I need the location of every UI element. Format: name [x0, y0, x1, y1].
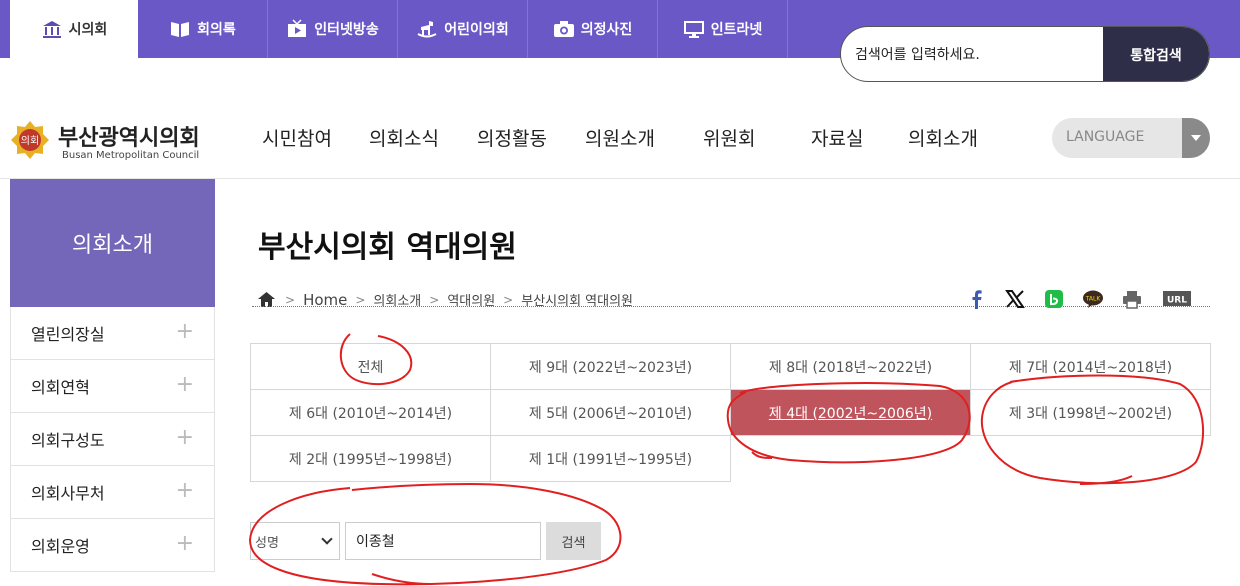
- chevron-down-icon: [321, 533, 333, 545]
- breadcrumb-divider: [252, 306, 1210, 307]
- sidebar-title: 의회소개: [10, 179, 215, 307]
- tab-minutes[interactable]: 회의록: [138, 0, 268, 58]
- sidebar-item-secretariat[interactable]: 의회사무처 +: [10, 466, 215, 519]
- nav-item-committee[interactable]: 위원회: [703, 124, 755, 151]
- council-emblem-icon: 의회: [11, 121, 49, 159]
- camera-icon: [553, 21, 574, 37]
- nav-item-activities[interactable]: 의정활동: [477, 124, 547, 151]
- plus-icon: +: [175, 372, 194, 397]
- sidebar-item-label: 의회연혁: [31, 378, 90, 397]
- sidebar-item-label: 의회구성도: [31, 431, 105, 450]
- x-twitter-icon[interactable]: [1004, 289, 1026, 309]
- sidebar-item-speaker-office[interactable]: 열린의장실 +: [10, 307, 215, 360]
- tab-intranet[interactable]: 인트라넷: [658, 0, 788, 58]
- plus-icon: +: [175, 531, 194, 556]
- table-empty-cell: [970, 435, 1211, 482]
- book-icon: [171, 22, 190, 37]
- emblem-text: 의회: [21, 135, 39, 147]
- search-box: 통합검색: [840, 26, 1210, 82]
- building-icon: [42, 21, 61, 38]
- sidebar-item-label: 열린의장실: [31, 325, 105, 344]
- tv-icon: [288, 19, 307, 37]
- tab-photos[interactable]: 의정사진: [528, 0, 658, 58]
- table-empty-cell: [730, 435, 971, 482]
- search-input[interactable]: [855, 27, 1105, 81]
- tab-label: 시의회: [68, 22, 108, 38]
- plus-icon: +: [175, 319, 194, 344]
- generation-8[interactable]: 제 8대 (2018년~2022년): [730, 343, 971, 390]
- member-search-button[interactable]: 검색: [546, 522, 601, 560]
- nav-item-citizen[interactable]: 시민참여: [262, 124, 332, 151]
- plus-icon: +: [175, 425, 194, 450]
- sidebar-item-operation[interactable]: 의회운영 +: [10, 519, 215, 572]
- logo-subtitle: Busan Metropolitan Council: [62, 150, 200, 161]
- sidebar-item-organization[interactable]: 의회구성도 +: [10, 413, 215, 466]
- chevron-right-icon: >: [285, 292, 296, 307]
- generation-7[interactable]: 제 7대 (2014년~2018년): [970, 343, 1211, 390]
- url-copy-icon[interactable]: URL: [1162, 289, 1192, 309]
- rocking-horse-icon: [417, 21, 437, 38]
- member-name-input[interactable]: [345, 522, 541, 560]
- generation-table: 전체 제 9대 (2022년~2023년) 제 8대 (2018년~2022년)…: [250, 343, 1211, 482]
- tab-label: 어린이의회: [444, 22, 509, 38]
- chevron-down-icon: [1182, 118, 1210, 158]
- generation-5[interactable]: 제 5대 (2006년~2010년): [490, 389, 731, 436]
- chevron-right-icon: >: [503, 292, 514, 307]
- nav-item-news[interactable]: 의회소식: [369, 124, 439, 151]
- tab-label: 회의록: [197, 22, 236, 38]
- nav-item-members[interactable]: 의원소개: [585, 124, 655, 151]
- chevron-right-icon: >: [429, 292, 440, 307]
- chevron-right-icon: >: [355, 292, 366, 307]
- sidebar-item-label: 의회사무처: [31, 484, 105, 503]
- monitor-icon: [683, 21, 704, 38]
- band-icon[interactable]: [1043, 289, 1065, 309]
- generation-all[interactable]: 전체: [250, 343, 491, 390]
- language-select[interactable]: LANGUAGE: [1052, 118, 1210, 158]
- logo-name: 부산광역시의회: [58, 126, 200, 151]
- generation-4-selected[interactable]: 제 4대 (2002년~2006년): [730, 389, 971, 436]
- facebook-icon[interactable]: [966, 289, 988, 309]
- search-field-value: 성명: [255, 535, 279, 551]
- url-label: URL: [1167, 296, 1187, 306]
- search-field-select[interactable]: 성명: [250, 522, 340, 560]
- plus-icon: +: [175, 478, 194, 503]
- kakaotalk-label: TALK: [1085, 296, 1102, 303]
- tab-council[interactable]: 시의회: [10, 0, 138, 58]
- generation-6[interactable]: 제 6대 (2010년~2014년): [250, 389, 491, 436]
- sidebar-item-history[interactable]: 의회연혁 +: [10, 360, 215, 413]
- tab-children-council[interactable]: 어린이의회: [398, 0, 528, 58]
- generation-9[interactable]: 제 9대 (2022년~2023년): [490, 343, 731, 390]
- tab-label: 의정사진: [580, 22, 633, 38]
- nav-item-about[interactable]: 의회소개: [908, 124, 978, 151]
- generation-1[interactable]: 제 1대 (1991년~1995년): [490, 435, 731, 482]
- nav-item-archive[interactable]: 자료실: [811, 124, 863, 151]
- print-icon[interactable]: [1121, 289, 1143, 309]
- language-label: LANGUAGE: [1066, 129, 1145, 145]
- sidebar-item-label: 의회운영: [31, 537, 90, 556]
- home-icon[interactable]: [258, 292, 275, 307]
- generation-2[interactable]: 제 2대 (1995년~1998년): [250, 435, 491, 482]
- search-button[interactable]: 통합검색: [1103, 27, 1209, 81]
- tab-label: 인터넷방송: [314, 22, 379, 38]
- kakaotalk-icon[interactable]: TALK: [1082, 289, 1104, 309]
- generation-3[interactable]: 제 3대 (1998년~2002년): [970, 389, 1211, 436]
- logo[interactable]: 의회 부산광역시의회 Busan Metropolitan Council: [10, 120, 220, 164]
- tab-broadcast[interactable]: 인터넷방송: [268, 0, 398, 58]
- page-title: 부산시의회 역대의원: [258, 230, 517, 265]
- tab-label: 인트라넷: [710, 22, 763, 38]
